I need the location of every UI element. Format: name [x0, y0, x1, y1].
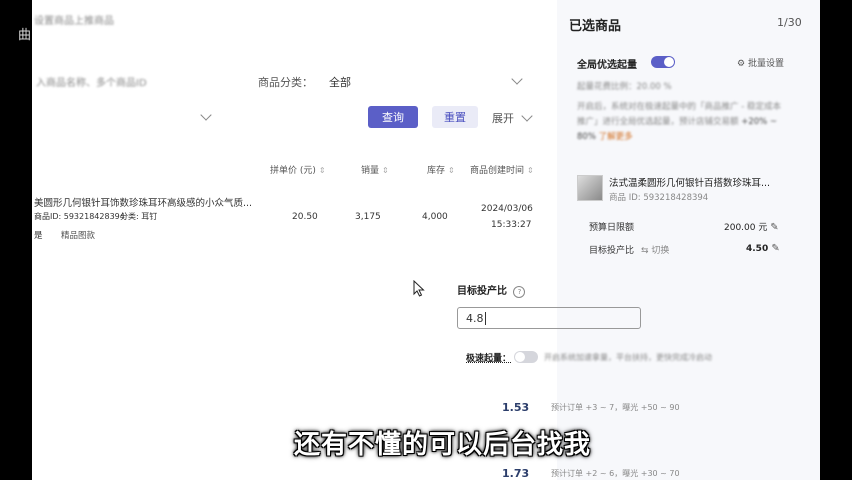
tag-prefix: 是	[34, 231, 43, 241]
switch-icon: ⇆	[641, 246, 649, 256]
selected-product-id: 商品 ID: 593218428394	[609, 193, 709, 203]
column-header-stock[interactable]: 库存 ⇕	[427, 163, 455, 176]
app-window: 设置商品上推商品 入商品名称、多个商品ID 商品分类： 全部 查询 重置 展开 …	[32, 0, 820, 480]
option-desc: 预计订单 +2 ~ 6，曝光 +30 ~ 70	[551, 469, 680, 478]
option-ratio[interactable]: 1.73	[502, 467, 529, 480]
section-title: 设置商品上推商品	[34, 16, 114, 27]
panel-title: 已选商品	[569, 19, 622, 34]
option-ratio[interactable]: 1.53	[502, 401, 529, 414]
option-desc: 预计订单 +3 ~ 7，曝光 +50 ~ 90	[551, 403, 680, 412]
column-header-created[interactable]: 商品创建时间 ⇕	[470, 163, 534, 176]
sales-cell: 3,175	[355, 212, 381, 222]
quick-launch-label: 极速起量：	[466, 354, 512, 364]
selected-product-title: 法式温柔圆形几何银针百搭数珍珠耳...	[609, 178, 771, 189]
product-tag: 精品图款	[61, 231, 96, 241]
budget-value[interactable]: 200.00 元 ✎	[724, 220, 779, 233]
product-category: 分类: 耳钉	[120, 212, 158, 221]
chevron-down-icon	[200, 109, 212, 121]
gear-icon: ⚙	[737, 59, 746, 69]
category-label: 商品分类：	[258, 76, 313, 89]
quick-launch-toggle[interactable]	[514, 351, 538, 363]
product-title[interactable]: 美圆形几何银针耳饰数珍珠耳环高级感的小众气质...	[34, 195, 252, 209]
column-header-price[interactable]: 拼单价 (元) ⇕	[270, 163, 326, 176]
help-icon[interactable]: ?	[513, 286, 526, 298]
selected-count: 1/30	[777, 16, 802, 29]
column-header-sales[interactable]: 销量 ⇕	[361, 163, 389, 176]
pencil-icon[interactable]: ✎	[770, 222, 778, 233]
reset-button[interactable]: 重置	[432, 106, 478, 128]
expand-button[interactable]: 展开	[492, 110, 533, 126]
chevron-down-icon	[520, 110, 533, 122]
global-optimize-label: 全局优选起量	[577, 60, 637, 71]
popup-label: 目标投产比 ?	[457, 282, 526, 298]
search-input[interactable]: 入商品名称、多个商品ID	[36, 74, 147, 89]
text-cursor	[484, 311, 486, 325]
global-optimize-toggle[interactable]	[651, 56, 675, 68]
stock-cell: 4,000	[422, 212, 448, 222]
pencil-icon[interactable]: ✎	[771, 243, 779, 254]
expand-label: 展开	[492, 112, 514, 125]
created-date: 2024/03/06	[481, 204, 533, 214]
learn-more-link[interactable]: 了解更多	[599, 132, 633, 142]
chevron-down-icon	[511, 73, 523, 85]
budget-label: 预算日限额	[589, 223, 635, 233]
ratio-text: 起量花费比例：20.00 %	[577, 82, 672, 92]
target-label: 目标投产比	[589, 246, 635, 256]
category-value: 全部	[329, 76, 351, 89]
product-thumbnail	[577, 175, 603, 201]
batch-settings-link[interactable]: ⚙ 批量设置	[737, 56, 784, 69]
category-select[interactable]: 全部	[329, 73, 525, 90]
switch-link[interactable]: ⇆ 切换	[641, 243, 669, 256]
product-id: 商品ID: 593218428394	[34, 212, 125, 221]
query-button[interactable]: 查询	[368, 106, 418, 128]
video-subtitle: 还有不懂的可以后台找我	[294, 430, 592, 460]
description: 开启后，系统对在极速起量中的「商品推广 - 稳定成本推广」进行全局优选起量，预计…	[577, 102, 781, 142]
target-roi-input[interactable]: 4.8	[457, 307, 641, 329]
price-cell: 20.50	[292, 212, 318, 222]
mouse-pointer-icon	[413, 280, 425, 297]
target-value[interactable]: 4.50 ✎	[746, 243, 780, 254]
created-time: 15:33:27	[491, 220, 532, 230]
quick-launch-desc: 开启系统加速拿量，平台扶持，更快完成冷启动	[544, 353, 712, 362]
